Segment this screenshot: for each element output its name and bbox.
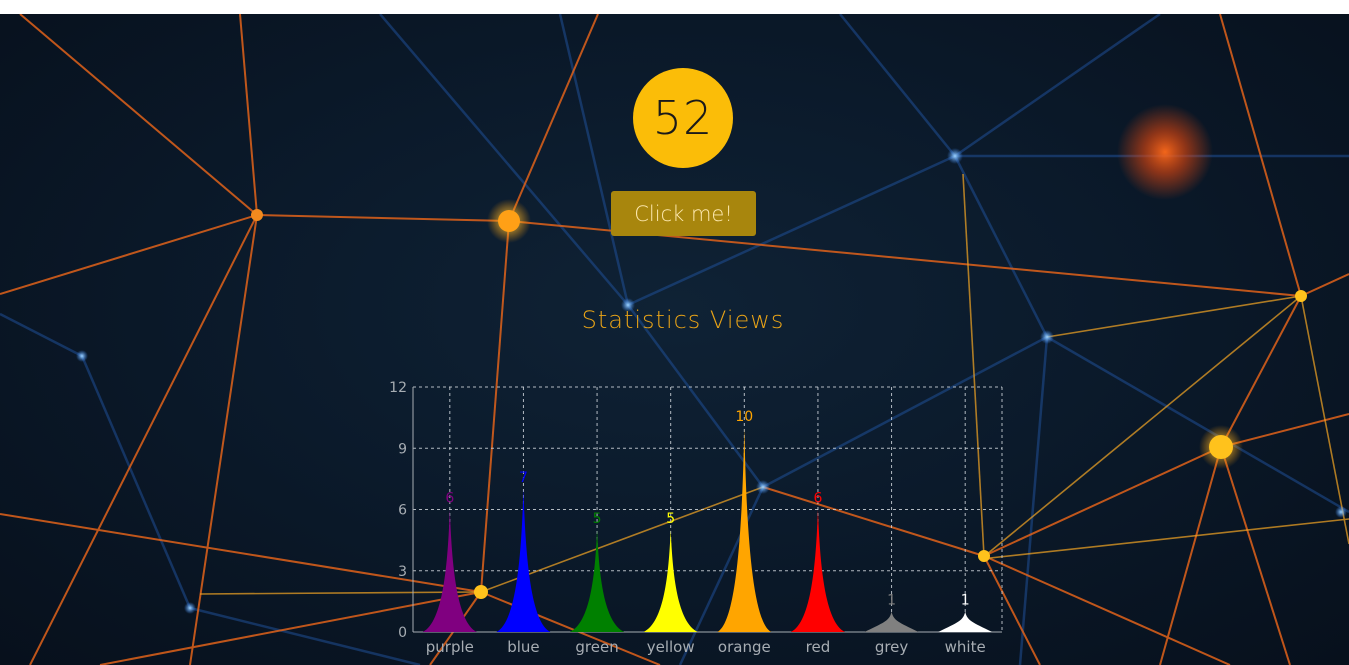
data-label-blue: 7 (519, 470, 528, 486)
data-label-yellow: 5 (666, 511, 675, 527)
bar-orange (717, 427, 772, 632)
x-tick-label-blue: blue (507, 638, 539, 656)
x-tick-label-red: red (806, 638, 831, 656)
click-me-button[interactable]: Click me! (611, 191, 756, 236)
y-tick-label: 3 (398, 564, 407, 580)
data-label-grey: 1 (887, 593, 896, 609)
data-label-purple: 6 (445, 491, 454, 507)
counter-badge: 52 (633, 68, 733, 168)
data-label-red: 6 (813, 491, 822, 507)
bar-blue (496, 489, 551, 632)
x-tick-label-yellow: yellow (647, 638, 695, 656)
statistics-chart: 0 3 6 9 12 6 purple 7 blue 5 green 5 yellow 10 orange 6… (389, 380, 1003, 656)
bar-white (938, 611, 993, 632)
y-tick-label: 9 (398, 441, 407, 457)
data-label-orange: 10 (735, 409, 753, 425)
data-label-white: 1 (961, 593, 970, 609)
x-tick-label-grey: grey (875, 638, 909, 656)
bar-yellow (643, 529, 698, 632)
bar-grey (864, 611, 919, 632)
data-label-green: 5 (593, 511, 602, 527)
statistics-title: Statistics Views (581, 306, 785, 334)
x-tick-label-purple: purple (426, 638, 474, 656)
y-tick-label: 6 (398, 503, 407, 519)
bar-green (570, 529, 625, 632)
x-tick-label-orange: orange (718, 638, 771, 656)
stage-background: 52 Click me! Statistics Views 0 3 6 9 12 6 pur… (0, 14, 1349, 665)
y-tick-label: 0 (398, 625, 407, 641)
y-tick-label: 12 (389, 380, 407, 396)
x-tick-label-green: green (575, 638, 618, 656)
x-tick-label-white: white (945, 638, 986, 656)
